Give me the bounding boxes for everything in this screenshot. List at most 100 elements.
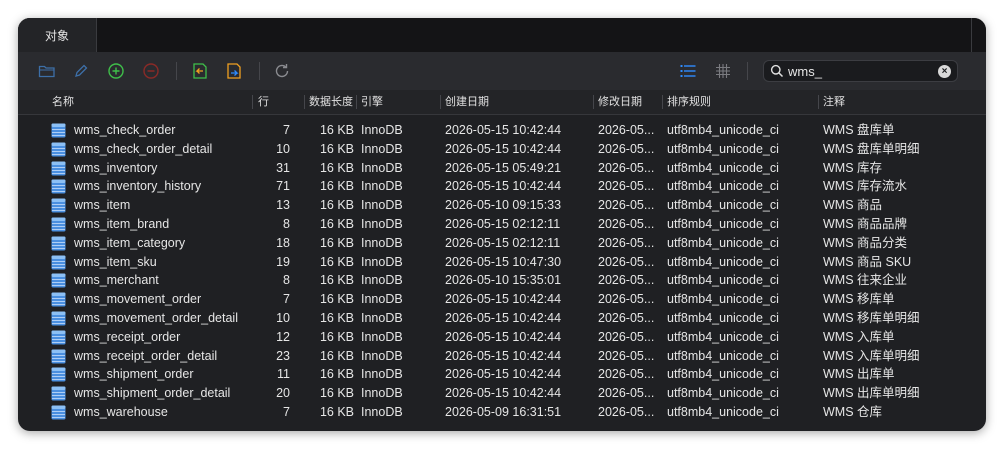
- cell-modified: 2026-05...: [598, 216, 655, 231]
- table-icon: [51, 330, 66, 345]
- cell-comment: WMS 移库单: [823, 292, 895, 307]
- column-header-comment[interactable]: 注释: [823, 90, 845, 114]
- minus-circle-icon[interactable]: [141, 61, 161, 81]
- cell-engine: InnoDB: [361, 160, 403, 175]
- export-icon[interactable]: [224, 61, 244, 81]
- search-input[interactable]: [788, 62, 928, 80]
- cell-created: 2026-05-15 10:42:44: [445, 292, 562, 307]
- cell-engine: InnoDB: [361, 329, 403, 344]
- cell-comment: WMS 商品品牌: [823, 216, 908, 231]
- cell-engine: InnoDB: [361, 273, 403, 288]
- cell-collation: utf8mb4_unicode_ci: [667, 179, 779, 194]
- table-row[interactable]: wms_warehouse 7 16 KB InnoDB 2026-05-09 …: [18, 403, 986, 422]
- cell-engine: InnoDB: [361, 404, 403, 419]
- cell-comment: WMS 盘库单明细: [823, 141, 920, 156]
- toolbar: ×: [18, 52, 986, 90]
- pencil-icon[interactable]: [71, 61, 91, 81]
- cell-data-length: 16 KB: [319, 273, 354, 288]
- cell-rows: 8: [283, 273, 290, 288]
- cell-created: 2026-05-09 16:31:51: [445, 404, 562, 419]
- column-divider[interactable]: [818, 95, 819, 109]
- column-divider[interactable]: [662, 95, 663, 109]
- cell-name: wms_merchant: [74, 273, 159, 288]
- column-divider[interactable]: [593, 95, 594, 109]
- cell-data-length: 16 KB: [319, 310, 354, 325]
- cell-name: wms_item_brand: [74, 216, 170, 231]
- column-header-collation[interactable]: 排序规则: [667, 90, 711, 114]
- import-icon[interactable]: [190, 61, 210, 81]
- table-icon: [51, 386, 66, 401]
- column-divider[interactable]: [440, 95, 441, 109]
- table-icon: [51, 255, 66, 270]
- table-row[interactable]: wms_inventory_history 71 16 KB InnoDB 20…: [18, 177, 986, 196]
- table-row[interactable]: wms_check_order_detail 10 16 KB InnoDB 2…: [18, 140, 986, 159]
- column-header-name[interactable]: 名称: [52, 90, 74, 114]
- cell-modified: 2026-05...: [598, 235, 655, 250]
- column-header-data-length[interactable]: 数据长度: [309, 90, 353, 114]
- cell-comment: WMS 商品 SKU: [823, 254, 912, 269]
- clear-icon[interactable]: ×: [938, 65, 951, 78]
- cell-rows: 7: [283, 292, 290, 307]
- cell-created: 2026-05-15 10:42:44: [445, 123, 562, 137]
- table-row[interactable]: wms_shipment_order 11 16 KB InnoDB 2026-…: [18, 365, 986, 384]
- cell-created: 2026-05-10 15:35:01: [445, 273, 562, 288]
- cell-engine: InnoDB: [361, 292, 403, 307]
- cell-rows: 8: [283, 216, 290, 231]
- table-row[interactable]: wms_item_brand 8 16 KB InnoDB 2026-05-15…: [18, 215, 986, 234]
- cell-collation: utf8mb4_unicode_ci: [667, 292, 779, 307]
- column-header-engine[interactable]: 引擎: [361, 90, 383, 114]
- cell-created: 2026-05-15 10:42:44: [445, 329, 562, 344]
- cell-engine: InnoDB: [361, 235, 403, 250]
- cell-created: 2026-05-15 05:49:21: [445, 160, 562, 175]
- table-row[interactable]: wms_item 13 16 KB InnoDB 2026-05-10 09:1…: [18, 196, 986, 215]
- table-row[interactable]: wms_receipt_order 12 16 KB InnoDB 2026-0…: [18, 328, 986, 347]
- cell-comment: WMS 库存: [823, 160, 883, 175]
- column-divider[interactable]: [304, 95, 305, 109]
- plus-circle-icon[interactable]: [106, 61, 126, 81]
- cell-collation: utf8mb4_unicode_ci: [667, 386, 779, 401]
- column-header-created[interactable]: 创建日期: [445, 90, 489, 114]
- cell-collation: utf8mb4_unicode_ci: [667, 235, 779, 250]
- table-row[interactable]: wms_movement_order_detail 10 16 KB InnoD…: [18, 309, 986, 328]
- cell-comment: WMS 出库单: [823, 367, 895, 382]
- cell-rows: 71: [276, 179, 290, 194]
- refresh-icon[interactable]: [272, 61, 292, 81]
- cell-modified: 2026-05...: [598, 198, 655, 213]
- table-icon: [51, 123, 66, 138]
- cell-rows: 19: [276, 254, 290, 269]
- table-row[interactable]: wms_movement_order 7 16 KB InnoDB 2026-0…: [18, 290, 986, 309]
- column-header-modified[interactable]: 修改日期: [598, 90, 642, 114]
- cell-created: 2026-05-15 10:47:30: [445, 254, 562, 269]
- table-row[interactable]: wms_shipment_order_detail 20 16 KB InnoD…: [18, 384, 986, 403]
- table-row[interactable]: wms_merchant 8 16 KB InnoDB 2026-05-10 1…: [18, 271, 986, 290]
- column-header-rows[interactable]: 行: [258, 90, 269, 114]
- cell-rows: 7: [283, 404, 290, 419]
- cell-name: wms_receipt_order_detail: [74, 348, 218, 363]
- search-box[interactable]: ×: [763, 60, 958, 82]
- list-view-icon[interactable]: [678, 61, 698, 81]
- table-row[interactable]: wms_item_category 18 16 KB InnoDB 2026-0…: [18, 234, 986, 253]
- cell-engine: InnoDB: [361, 216, 403, 231]
- table-row[interactable]: wms_inventory 31 16 KB InnoDB 2026-05-15…: [18, 159, 986, 178]
- table-body: wms_check_order 7 16 KB InnoDB 2026-05-1…: [18, 121, 986, 422]
- cell-name: wms_item_sku: [74, 254, 157, 269]
- tab-objects[interactable]: 对象: [18, 18, 97, 52]
- column-divider[interactable]: [252, 95, 253, 109]
- cell-engine: InnoDB: [361, 198, 403, 213]
- cell-collation: utf8mb4_unicode_ci: [667, 198, 779, 213]
- table-row[interactable]: wms_check_order 7 16 KB InnoDB 2026-05-1…: [18, 121, 986, 140]
- cell-rows: 11: [277, 367, 290, 382]
- cell-created: 2026-05-15 02:12:11: [445, 216, 561, 231]
- cell-engine: InnoDB: [361, 179, 403, 194]
- cell-rows: 10: [276, 310, 290, 325]
- folder-icon[interactable]: [37, 61, 57, 81]
- cell-name: wms_check_order_detail: [74, 141, 213, 156]
- table-row[interactable]: wms_item_sku 19 16 KB InnoDB 2026-05-15 …: [18, 253, 986, 272]
- table-row[interactable]: wms_receipt_order_detail 23 16 KB InnoDB…: [18, 347, 986, 366]
- cell-name: wms_warehouse: [74, 404, 168, 419]
- column-divider[interactable]: [356, 95, 357, 109]
- cell-data-length: 16 KB: [319, 123, 354, 137]
- cell-modified: 2026-05...: [598, 254, 655, 269]
- grid-view-icon[interactable]: [713, 61, 733, 81]
- cell-name: wms_check_order: [74, 123, 176, 137]
